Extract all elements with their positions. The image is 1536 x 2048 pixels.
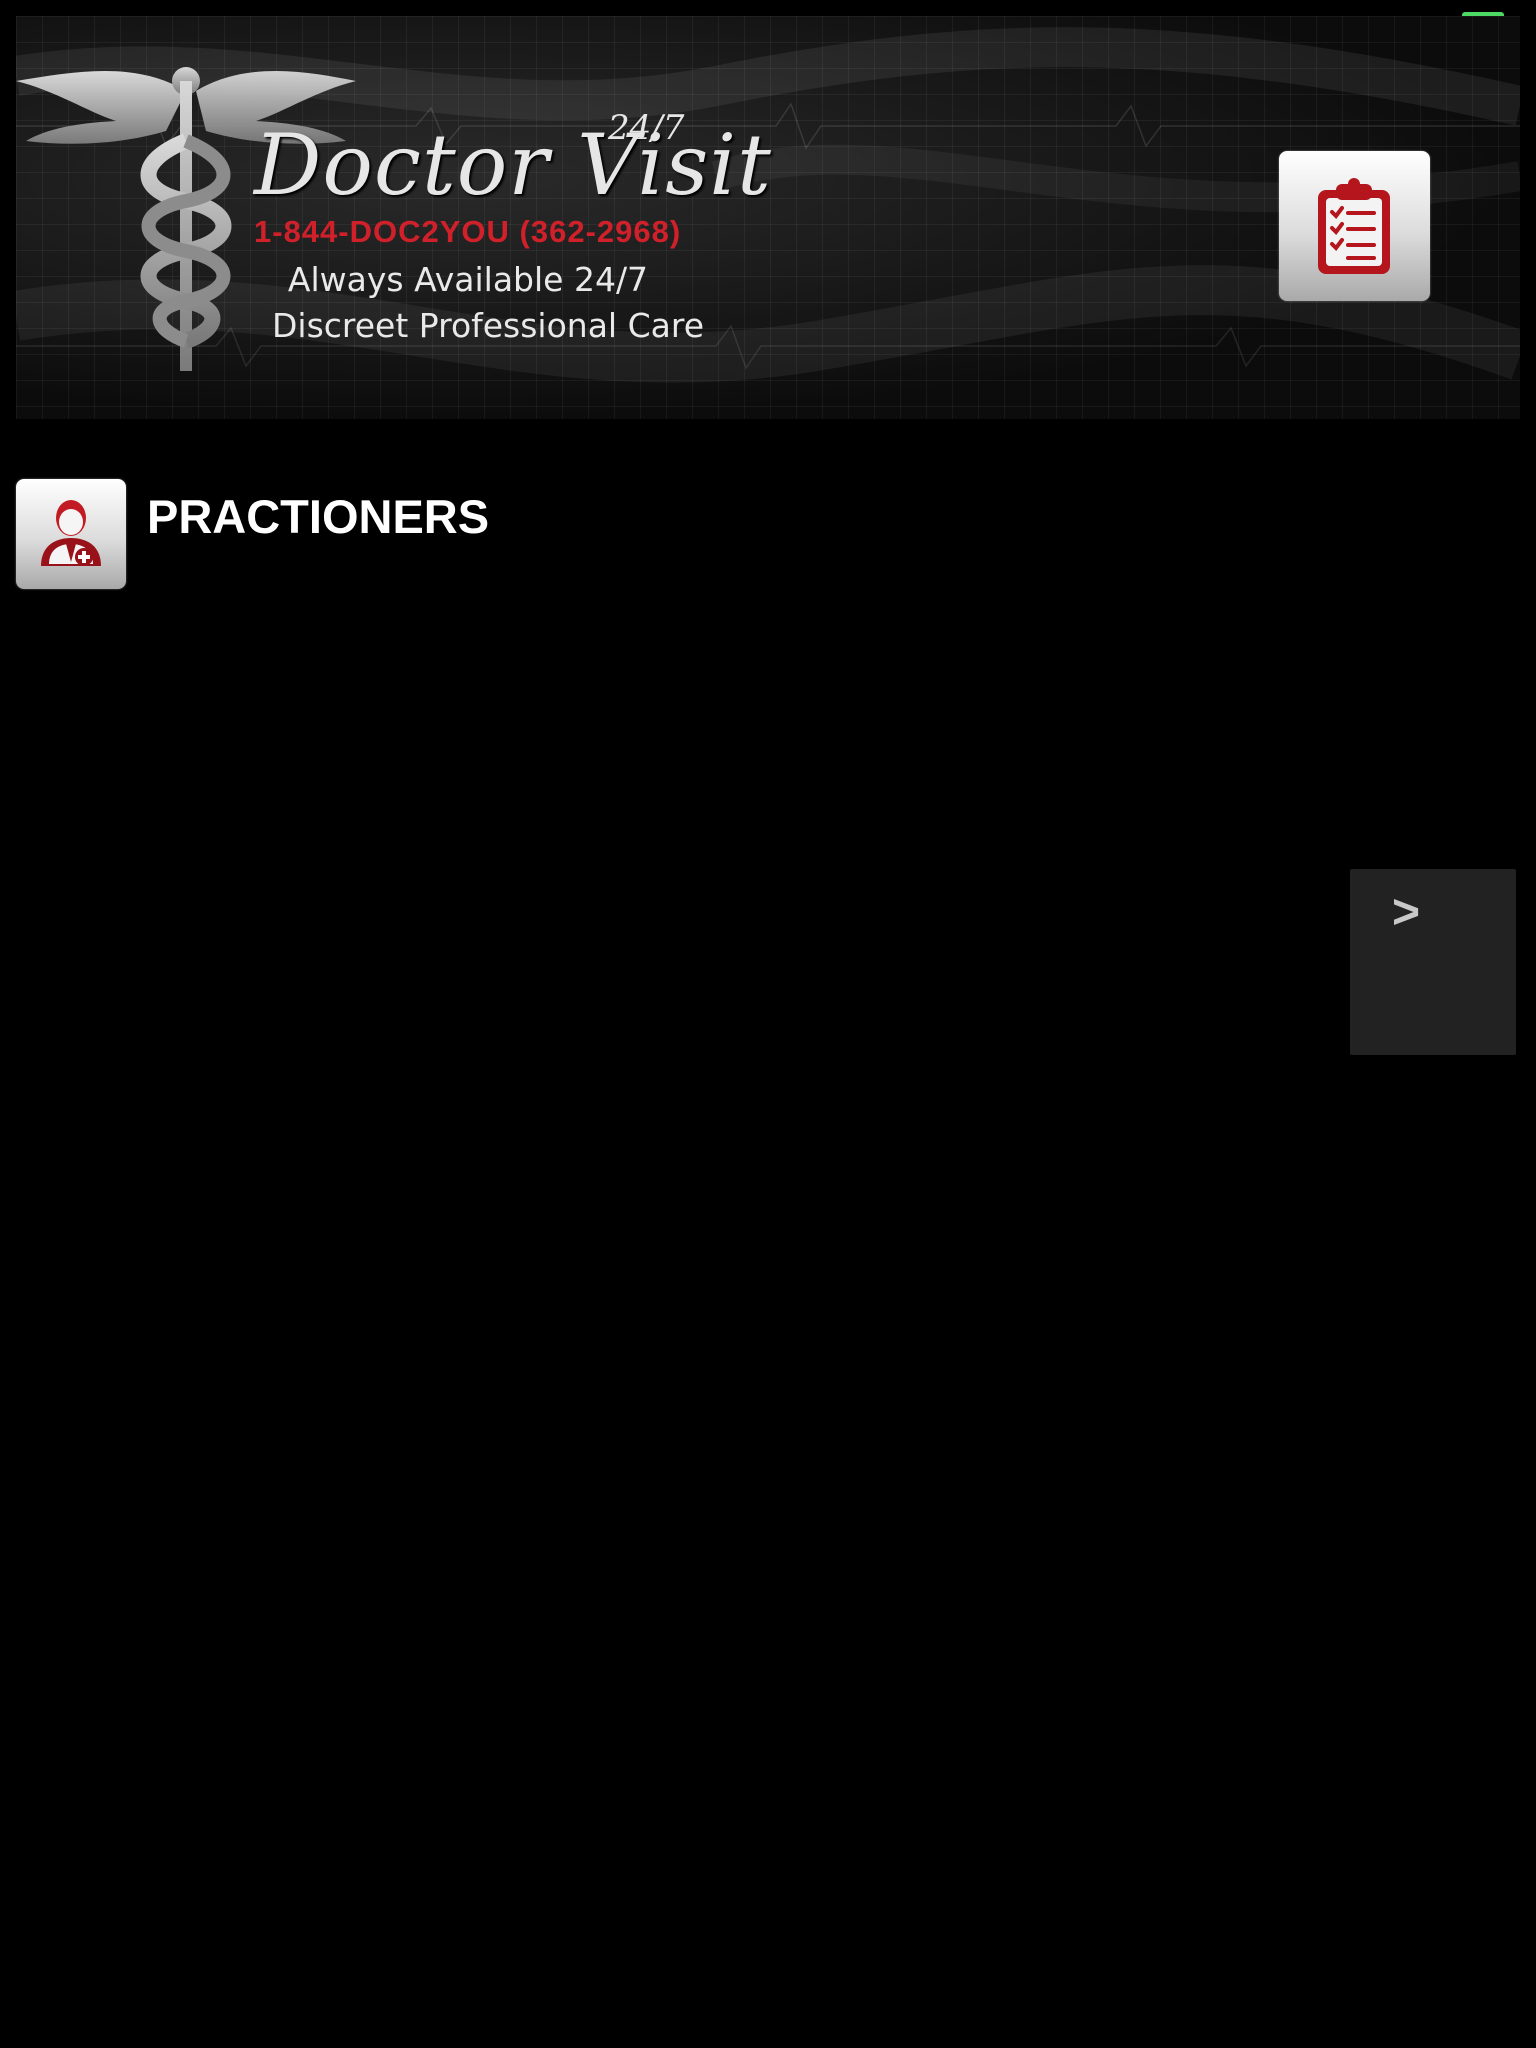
clipboard-checklist-icon (1318, 178, 1390, 274)
logo-title: Doctor Visit (254, 116, 772, 214)
tagline-care: Discreet Professional Care (271, 306, 704, 345)
chevron-right-icon: > (1392, 886, 1421, 939)
tagline-availability: Always Available 24/7 (287, 260, 649, 299)
next-button[interactable]: > (1350, 869, 1516, 1055)
doctor-icon (41, 500, 101, 566)
clipboard-button[interactable] (1279, 151, 1430, 301)
practitioners-icon-tile[interactable] (16, 479, 126, 589)
logo-superscript: 24/7 (608, 108, 685, 148)
page-title: PRACTIONERS (147, 490, 490, 543)
phone-number: 1-844-DOC2YOU (362-2968) (254, 214, 682, 249)
